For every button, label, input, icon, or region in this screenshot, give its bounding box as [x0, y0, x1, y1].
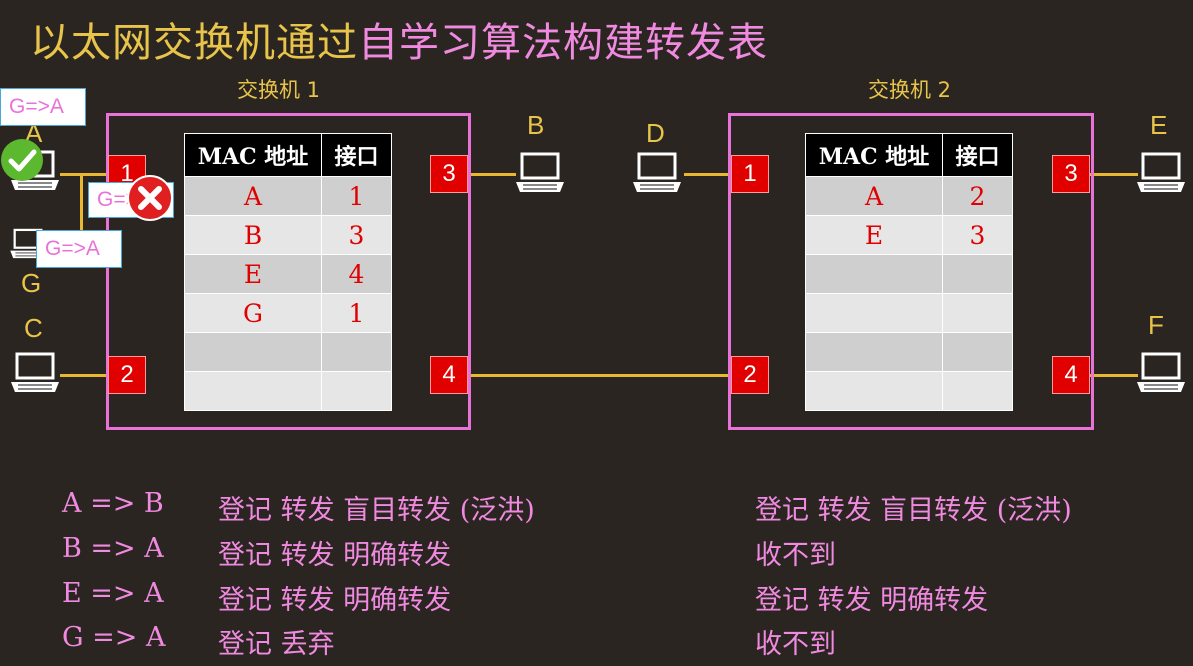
page-title: 以太网交换机通过自学习算法构建转发表 [30, 10, 768, 68]
log-frame-2: B => A [62, 533, 164, 564]
switch2-port-2: 2 [731, 356, 769, 394]
wire-a-sw1p1 [60, 173, 110, 176]
mac-header: MAC 地址 [805, 133, 943, 177]
port-cell: 1 [321, 176, 392, 216]
port-cell: 3 [321, 215, 392, 255]
port-cell [942, 371, 1013, 411]
log-frame-4: G => A [62, 622, 166, 653]
wire-d-sw2p1 [684, 173, 732, 176]
table-row [184, 371, 392, 411]
cross-icon [127, 175, 173, 221]
log-frame-1: A => B [62, 488, 164, 519]
mac-cell: B [184, 215, 322, 255]
title-part-1: 以太网交换机通过 [30, 20, 358, 66]
laptop-icon [11, 352, 59, 392]
table-row: A1 [184, 176, 392, 216]
switch2-mac-table: MAC 地址 接口 A2 E3 [805, 133, 1013, 411]
log-sw2-1: 登记 转发 盲目转发 (泛洪) [755, 495, 1072, 526]
mac-cell: G [184, 293, 322, 333]
laptop-icon [1137, 352, 1185, 392]
switch1-port-3: 3 [430, 155, 468, 193]
log-sw2-4: 收不到 [755, 629, 836, 660]
log-sw2-2: 收不到 [755, 540, 836, 571]
log-sw1-4: 登记 丢弃 [218, 629, 335, 660]
switch1-port-4: 4 [430, 356, 468, 394]
mac-cell [184, 371, 322, 411]
table-row: A2 [805, 176, 1013, 216]
mac-cell: E [805, 215, 943, 255]
port-cell: 1 [321, 293, 392, 333]
host-f-label: F [1148, 310, 1164, 340]
host-b-label: B [527, 110, 545, 140]
switch1-label: 交换机 1 [237, 78, 321, 102]
table-row: E4 [184, 254, 392, 294]
switch2-label: 交换机 2 [868, 78, 952, 102]
table-row [805, 332, 1013, 372]
port-cell [942, 254, 1013, 294]
host-d-label: D [646, 118, 665, 148]
host-c-label: C [24, 313, 43, 343]
port-cell [942, 332, 1013, 372]
table-row [184, 332, 392, 372]
laptop-icon [516, 152, 564, 192]
log-sw1-2: 登记 转发 明确转发 [218, 540, 452, 571]
switch1-mac-table: MAC 地址 接口 A1 B3 E4 G1 [184, 133, 392, 411]
wire-sw2p4-f [1088, 374, 1138, 377]
port-cell: 3 [942, 215, 1013, 255]
port-cell: 4 [321, 254, 392, 294]
mac-cell [805, 332, 943, 372]
table-row: G1 [184, 293, 392, 333]
table-row: B3 [184, 215, 392, 255]
laptop-icon [633, 152, 681, 192]
laptop-icon [1137, 152, 1185, 192]
mac-cell [805, 254, 943, 294]
log-sw1-1: 登记 转发 盲目转发 (泛洪) [218, 495, 535, 526]
wire-sw1p3-b [466, 173, 516, 176]
host-g-label: G [21, 268, 42, 298]
table-row [805, 293, 1013, 333]
host-e-label: E [1150, 110, 1168, 140]
wire-sw1p4-sw2p2 [466, 374, 732, 377]
frame-tag-1: G=>A [0, 88, 86, 126]
log-sw2-3: 登记 转发 明确转发 [755, 585, 989, 616]
mac-cell: A [184, 176, 322, 216]
switch1-port-2: 2 [108, 356, 146, 394]
check-icon [1, 139, 43, 181]
mac-cell [805, 293, 943, 333]
port-cell: 2 [942, 176, 1013, 216]
table-row [805, 371, 1013, 411]
port-cell [321, 371, 392, 411]
mac-cell: E [184, 254, 322, 294]
log-sw1-3: 登记 转发 明确转发 [218, 585, 452, 616]
switch2-port-1: 1 [731, 155, 769, 193]
table-row [805, 254, 1013, 294]
mac-cell [184, 332, 322, 372]
title-part-2: 自学习算法构建转发表 [358, 20, 768, 66]
mac-cell [805, 371, 943, 411]
switch2-port-4: 4 [1052, 356, 1090, 394]
mac-cell: A [805, 176, 943, 216]
table-row: E3 [805, 215, 1013, 255]
frame-tag-3: G=>A [36, 230, 122, 268]
wire-sw2p3-e [1088, 173, 1138, 176]
log-frame-3: E => A [62, 578, 164, 609]
mac-header: MAC 地址 [184, 133, 322, 177]
port-cell [942, 293, 1013, 333]
port-cell [321, 332, 392, 372]
wire-c-sw1p2 [60, 374, 110, 377]
port-header: 接口 [942, 133, 1013, 177]
port-header: 接口 [321, 133, 392, 177]
switch2-port-3: 3 [1052, 155, 1090, 193]
